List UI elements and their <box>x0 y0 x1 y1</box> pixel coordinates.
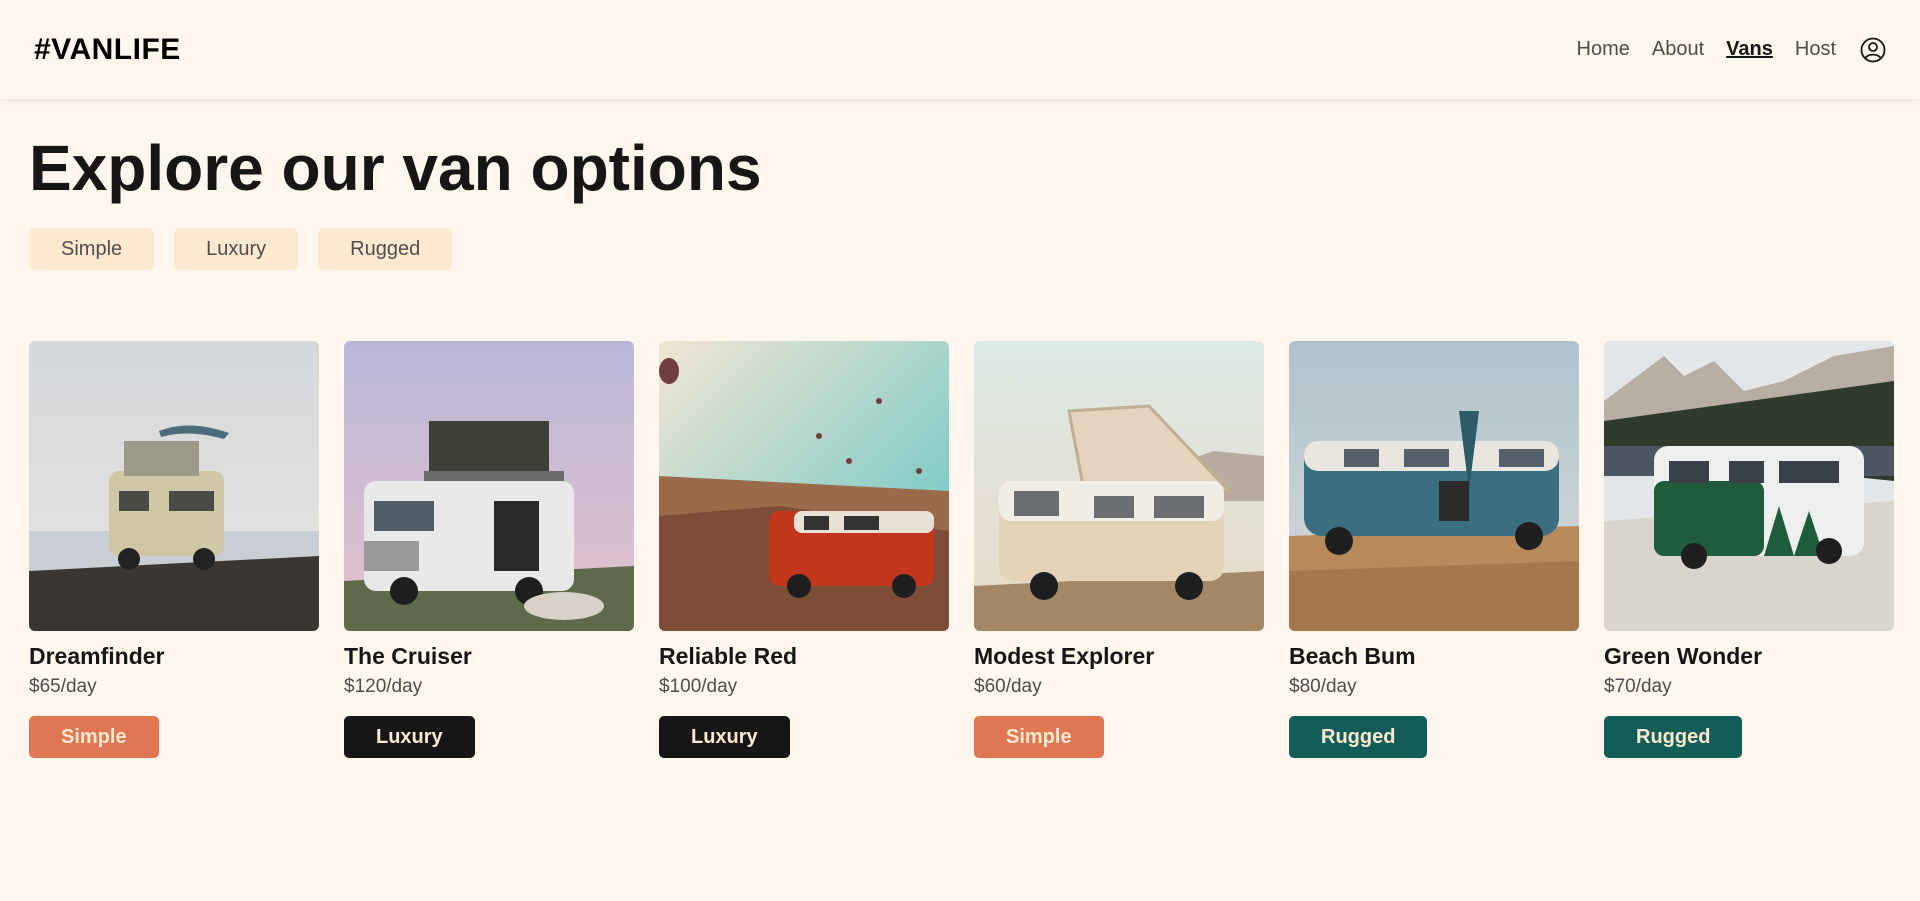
nav-home[interactable]: Home <box>1577 38 1630 61</box>
van-name[interactable]: Green Wonder <box>1604 643 1894 670</box>
filter-luxury-button[interactable]: Luxury <box>174 228 299 271</box>
van-price: $65/day <box>29 676 97 698</box>
van-name[interactable]: Reliable Red <box>659 643 949 670</box>
van-type-badge: Rugged <box>1604 716 1743 759</box>
van-photo[interactable] <box>974 341 1264 632</box>
van-photo[interactable] <box>29 341 319 632</box>
van-name[interactable]: Modest Explorer <box>974 643 1264 670</box>
van-name[interactable]: The Cruiser <box>344 643 634 670</box>
filter-bar: Simple Luxury Rugged <box>29 228 1891 271</box>
van-card[interactable]: Green Wonder $70/day Rugged <box>1604 341 1894 759</box>
van-type-badge: Simple <box>974 716 1104 759</box>
site-header: #VANLIFE Home About Vans Host <box>0 0 1920 99</box>
van-card[interactable]: Modest Explorer $60/day Simple <box>974 341 1264 759</box>
van-card[interactable]: Reliable Red $100/day Luxury <box>659 341 949 759</box>
van-price: $80/day <box>1289 676 1357 698</box>
main-nav: Home About Vans Host <box>1577 37 1886 63</box>
logo-link[interactable]: #VANLIFE <box>34 33 181 67</box>
van-card[interactable]: The Cruiser $120/day Luxury <box>344 341 634 759</box>
van-price: $120/day <box>344 676 423 698</box>
nav-about[interactable]: About <box>1652 38 1704 61</box>
nav-vans[interactable]: Vans <box>1726 38 1773 61</box>
van-photo[interactable] <box>1289 341 1579 632</box>
van-photo[interactable] <box>1604 341 1894 632</box>
van-photo[interactable] <box>344 341 634 632</box>
van-name[interactable]: Beach Bum <box>1289 643 1579 670</box>
van-photo[interactable] <box>659 341 949 632</box>
van-card[interactable]: Dreamfinder $65/day Simple <box>29 341 319 759</box>
van-type-badge: Rugged <box>1289 716 1428 759</box>
nav-host[interactable]: Host <box>1795 38 1836 61</box>
van-card[interactable]: Beach Bum $80/day Rugged <box>1289 341 1579 759</box>
van-type-badge: Luxury <box>344 716 475 759</box>
vans-page: Explore our van options Simple Luxury Ru… <box>0 99 1920 759</box>
van-price: $60/day <box>974 676 1042 698</box>
van-price: $100/day <box>659 676 738 698</box>
filter-rugged-button[interactable]: Rugged <box>318 228 453 271</box>
van-type-badge: Simple <box>29 716 159 759</box>
van-grid: Dreamfinder $65/day Simple The Cruiser $… <box>29 341 1894 759</box>
van-price: $70/day <box>1604 676 1672 698</box>
van-type-badge: Luxury <box>659 716 790 759</box>
van-name[interactable]: Dreamfinder <box>29 643 319 670</box>
filter-simple-button[interactable]: Simple <box>29 228 155 271</box>
page-title: Explore our van options <box>29 132 762 204</box>
user-circle-icon[interactable] <box>1860 37 1886 63</box>
